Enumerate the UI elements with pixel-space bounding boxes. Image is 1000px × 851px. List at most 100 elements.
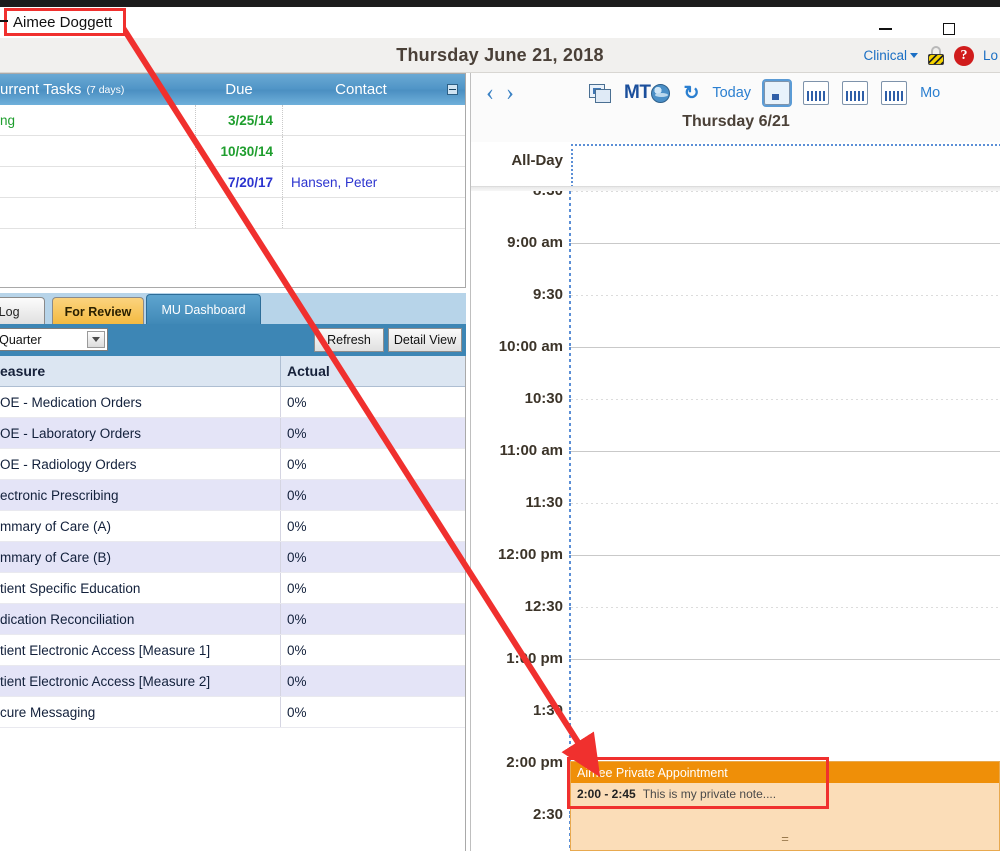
task-due: 10/30/14	[195, 136, 283, 166]
tasks-title: urrent Tasks (7 days)	[0, 74, 195, 105]
calendar-time-label: 11:00 am	[499, 442, 563, 459]
table-row[interactable]: cure Messaging 0%	[0, 697, 465, 728]
period-select[interactable]: urrent Quarter	[0, 328, 108, 351]
mt-logo-text: MT	[624, 82, 651, 103]
calendar-grid-line	[571, 607, 1000, 608]
appointment-block[interactable]: Aimee Private Appointment 2:00 - 2:45 Th…	[570, 761, 1000, 851]
table-row[interactable]: dication Reconciliation 0%	[0, 604, 465, 635]
refresh-icon[interactable]: ↻	[683, 84, 699, 103]
task-name	[0, 167, 195, 197]
tasks-list: ng 3/25/14 10/30/14 7/20/17 Hansen, Peter	[0, 105, 465, 289]
detail-view-button[interactable]: Detail View	[388, 328, 462, 352]
clinical-menu-button[interactable]: Clinical	[863, 48, 918, 63]
tab-mu-dashboard[interactable]: MU Dashboard	[146, 294, 261, 325]
today-button[interactable]: Today	[712, 85, 751, 101]
header-actions: Clinical ? Lo	[863, 38, 1000, 73]
annotation-callout-label: Aimee Doggett	[13, 13, 113, 31]
window-title-bar	[0, 7, 1000, 38]
table-row[interactable]: OE - Laboratory Orders 0%	[0, 418, 465, 449]
table-row[interactable]: 10/30/14	[0, 136, 465, 167]
table-row[interactable]	[0, 198, 465, 229]
appointment-time: 2:00 - 2:45	[577, 787, 636, 801]
calendar-toolbar-items: MT ↻ Today Mo	[589, 73, 940, 113]
column-header-measure[interactable]: easure	[0, 363, 280, 379]
table-row[interactable]: mmary of Care (B) 0%	[0, 542, 465, 573]
calendar-panel: ‹ › MT ↻ Today Mo Thursday 6/21 All-Day …	[470, 73, 1000, 851]
month-label[interactable]: Mo	[920, 85, 940, 101]
measure-actual: 0%	[280, 542, 465, 572]
measure-actual: 0%	[280, 511, 465, 541]
clinical-menu-label: Clinical	[863, 48, 907, 63]
globe-icon	[651, 83, 671, 103]
column-header-contact[interactable]: Contact	[283, 74, 439, 105]
all-day-label: All-Day	[511, 152, 563, 169]
table-row[interactable]: tient Specific Education 0%	[0, 573, 465, 604]
appointment-resize-handle[interactable]: =	[571, 831, 999, 846]
calendar-day-header: Thursday 6/21	[471, 113, 1000, 142]
mt-logo[interactable]: MT	[624, 82, 671, 104]
tasks-title-sub: (7 days)	[86, 83, 125, 96]
multi-view-icon[interactable]	[589, 83, 611, 103]
annotation-leader-dash	[0, 20, 8, 22]
week-view-icon[interactable]	[803, 81, 830, 105]
chevron-down-icon	[87, 331, 105, 348]
column-header-actual[interactable]: Actual	[280, 356, 465, 386]
month-view-icon[interactable]	[881, 81, 908, 105]
application-header: Thursday June 21, 2018 Clinical ? Lo	[0, 38, 1000, 73]
table-row[interactable]: tient Electronic Access [Measure 1] 0%	[0, 635, 465, 666]
table-row[interactable]: ng 3/25/14	[0, 105, 465, 136]
table-row[interactable]: tient Electronic Access [Measure 2] 0%	[0, 666, 465, 697]
measure-name: ectronic Prescribing	[0, 487, 119, 503]
lock-icon[interactable]	[927, 45, 945, 66]
prev-day-button[interactable]: ‹	[486, 79, 494, 107]
column-header-due[interactable]: Due	[195, 74, 283, 105]
measure-table-empty-area	[0, 728, 465, 851]
calendar-column-divider	[569, 451, 571, 503]
current-tasks-panel: urrent Tasks (7 days) Due Contact ng 3/25…	[0, 73, 466, 288]
calendar-time-label: 10:30	[524, 390, 563, 407]
measure-table-body: OE - Medication Orders 0% OE - Laboratory …	[0, 387, 465, 728]
measure-name: OE - Radiology Orders	[0, 456, 137, 472]
day-view-icon[interactable]	[762, 79, 793, 107]
measure-table: easure Actual OE - Medication Orders 0% OE…	[0, 356, 466, 851]
all-day-slot[interactable]	[571, 144, 1000, 187]
calendar-grid-line	[571, 295, 1000, 296]
measure-actual: 0%	[280, 573, 465, 603]
dashboard-filter-bar: urrent Quarter Refresh Detail View	[0, 324, 466, 356]
table-row[interactable]: mmary of Care (A) 0%	[0, 511, 465, 542]
measure-name: mmary of Care (A)	[0, 518, 112, 534]
tasks-collapse-button[interactable]	[439, 74, 465, 105]
annotation-callout: Aimee Doggett	[4, 8, 126, 36]
tasks-header-row: urrent Tasks (7 days) Due Contact	[0, 74, 465, 105]
calendar-time-label: 12:00 pm	[497, 546, 563, 563]
next-day-button[interactable]: ›	[506, 79, 514, 107]
tab-for-review[interactable]: For Review	[52, 297, 144, 325]
table-row[interactable]: OE - Radiology Orders 0%	[0, 449, 465, 480]
calendar-column-divider	[569, 555, 571, 607]
calendar-time-grid: 8:30 9:00 am 9:30 10:00 am 10:30 11:00 am 11:3…	[471, 191, 1000, 851]
logout-link[interactable]: Lo	[983, 48, 998, 63]
maximize-icon	[943, 23, 955, 35]
tab-call-log[interactable]: al Log	[0, 297, 45, 325]
calendar-time-label: 1:00 pm	[506, 650, 563, 667]
measure-actual: 0%	[280, 604, 465, 634]
tasks-title-text: urrent Tasks	[0, 81, 82, 98]
table-row[interactable]: ectronic Prescribing 0%	[0, 480, 465, 511]
calendar-toolbar: ‹ › MT ↻ Today Mo	[471, 73, 1000, 113]
calendar-time-label: 1:30	[532, 702, 563, 719]
calendar-column-divider	[569, 607, 571, 659]
calendar-column-divider	[569, 659, 571, 711]
table-row[interactable]: OE - Medication Orders 0%	[0, 387, 465, 418]
measure-actual: 0%	[280, 387, 465, 417]
all-day-section: All-Day	[471, 142, 1000, 187]
calendar-column-divider	[569, 399, 571, 451]
calendar-time-label: 8:30	[471, 191, 563, 199]
appointment-title: Aimee Private Appointment	[571, 762, 999, 783]
task-name	[0, 198, 195, 228]
table-row[interactable]: 7/20/17 Hansen, Peter	[0, 167, 465, 198]
page-title: Thursday June 21, 2018	[396, 45, 604, 65]
refresh-button[interactable]: Refresh	[314, 328, 384, 352]
help-icon[interactable]: ?	[953, 45, 974, 66]
calendar-grid-line	[571, 191, 1000, 192]
work-week-view-icon[interactable]	[842, 81, 869, 105]
